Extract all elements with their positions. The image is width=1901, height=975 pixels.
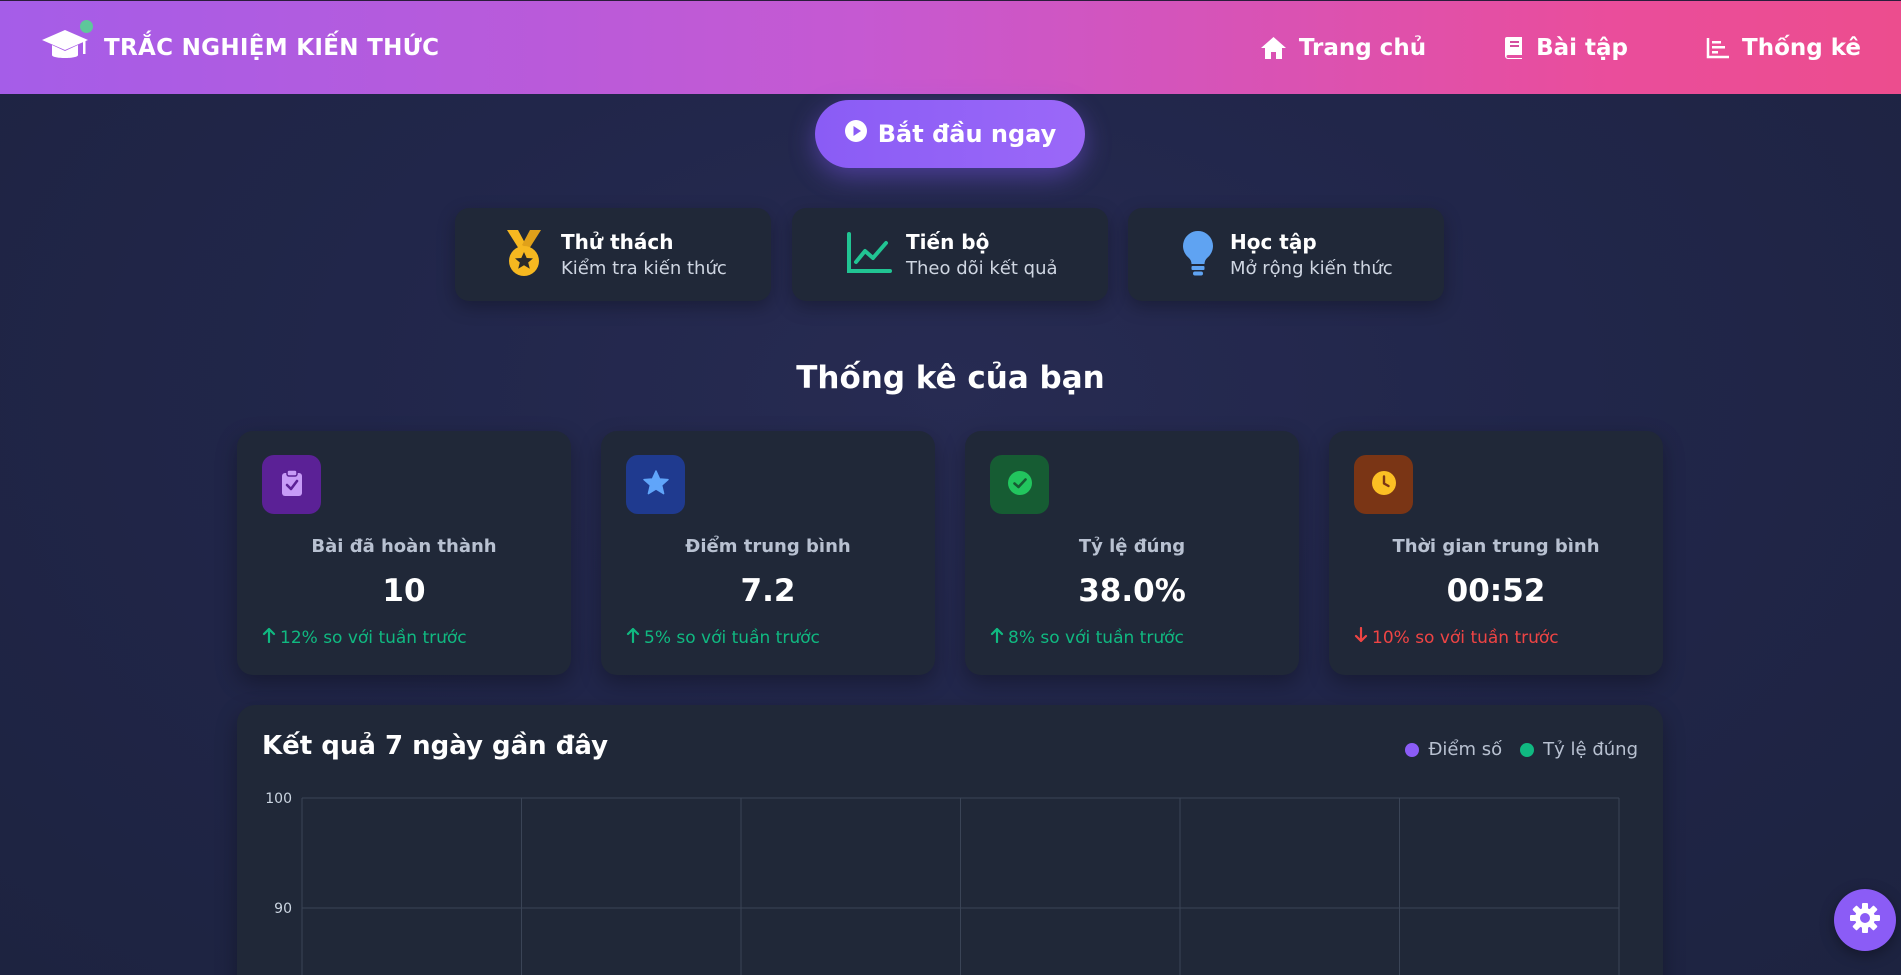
medal-icon	[501, 228, 547, 282]
feature-subtitle: Theo dõi kết quả	[906, 258, 1058, 279]
stat-label: Tỷ lệ đúng	[1078, 536, 1186, 557]
feature-subtitle: Mở rộng kiến thức	[1230, 258, 1393, 279]
arrow-down-icon	[1354, 626, 1368, 648]
nav-home-label: Trang chủ	[1298, 34, 1427, 61]
chart-bar-icon	[1706, 37, 1730, 59]
clipboard-check-icon	[281, 468, 303, 501]
main-nav: Trang chủ Bài tập Thống kê	[1260, 35, 1861, 61]
feature-title: Tiến bộ	[906, 230, 990, 254]
start-now-label: Bắt đầu ngay	[877, 120, 1057, 148]
clock-icon	[1371, 470, 1397, 500]
stat-trend-text: 12% so với tuần trước	[280, 627, 467, 648]
stat-label: Thời gian trung bình	[1392, 536, 1600, 557]
home-icon	[1260, 36, 1287, 60]
feature-title: Học tập	[1230, 230, 1317, 254]
stat-value: 00:52	[1446, 573, 1546, 609]
stat-icon-box	[1354, 455, 1413, 514]
stat-trend: 5% so với tuần trước	[626, 627, 820, 648]
stats-section-title: Thống kê của bạn	[796, 360, 1105, 396]
stat-card-accuracy: Tỷ lệ đúng 38.0% 8% so với tuần trước	[965, 431, 1299, 675]
stat-trend: 8% so với tuần trước	[990, 627, 1184, 648]
chart-card: Kết quả 7 ngày gần đây Điểm số Tỷ lệ đún…	[237, 705, 1663, 975]
play-circle-icon	[844, 119, 868, 149]
y-tick-label: 90	[274, 901, 292, 917]
settings-button[interactable]	[1834, 889, 1896, 951]
page: TRẮC NGHIỆM KIẾN THỨC Trang chủ Bài tập …	[0, 0, 1901, 975]
top-navbar: TRẮC NGHIỆM KIẾN THỨC Trang chủ Bài tập …	[0, 0, 1901, 94]
stat-value: 10	[382, 573, 426, 609]
stat-icon-box	[262, 455, 321, 514]
arrow-up-icon	[262, 627, 276, 648]
start-now-button[interactable]: Bắt đầu ngay	[815, 100, 1085, 168]
stat-trend-text: 10% so với tuần trước	[1372, 627, 1559, 648]
brand[interactable]: TRẮC NGHIỆM KIẾN THỨC	[40, 19, 440, 70]
stat-value: 38.0%	[1078, 573, 1186, 609]
stat-label: Bài đã hoàn thành	[311, 536, 497, 557]
line-chart-icon	[846, 231, 892, 278]
brand-status-dot	[80, 19, 93, 33]
stat-card-average-score: Điểm trung bình 7.2 5% so với tuần trước	[601, 431, 935, 675]
lightbulb-icon	[1180, 229, 1216, 281]
stat-card-completed: Bài đã hoàn thành 10 12% so với tuần trư…	[237, 431, 571, 675]
feature-card-learning[interactable]: Học tập Mở rộng kiến thức	[1128, 208, 1444, 301]
arrow-up-icon	[626, 627, 640, 648]
stat-card-average-time: Thời gian trung bình 00:52 10% so với tu…	[1329, 431, 1663, 675]
nav-home[interactable]: Trang chủ	[1260, 35, 1426, 61]
check-circle-icon	[1007, 470, 1033, 500]
gear-icon	[1849, 902, 1881, 938]
results-line-chart: 100 90	[265, 791, 1620, 975]
stat-icon-box	[990, 455, 1049, 514]
nav-statistics[interactable]: Thống kê	[1706, 35, 1861, 61]
stat-trend: 10% so với tuần trước	[1354, 626, 1559, 648]
stat-trend-text: 8% so với tuần trước	[1008, 627, 1184, 648]
nav-statistics-label: Thống kê	[1742, 34, 1861, 61]
stat-label: Điểm trung bình	[685, 536, 851, 557]
stat-icon-box	[626, 455, 685, 514]
stat-value: 7.2	[740, 573, 796, 609]
feature-title: Thử thách	[561, 230, 674, 254]
nav-exercises[interactable]: Bài tập	[1504, 35, 1628, 61]
book-icon	[1504, 36, 1524, 60]
feature-card-challenge[interactable]: Thử thách Kiểm tra kiến thức	[455, 208, 771, 301]
stat-trend: 12% so với tuần trước	[262, 627, 467, 648]
nav-exercises-label: Bài tập	[1536, 34, 1628, 61]
y-tick-label: 100	[265, 791, 292, 807]
arrow-up-icon	[990, 627, 1004, 648]
feature-card-progress[interactable]: Tiến bộ Theo dõi kết quả	[792, 208, 1108, 301]
star-icon	[642, 469, 670, 501]
brand-title: TRẮC NGHIỆM KIẾN THỨC	[104, 34, 440, 61]
feature-subtitle: Kiểm tra kiến thức	[561, 258, 727, 279]
stat-trend-text: 5% so với tuần trước	[644, 627, 820, 648]
